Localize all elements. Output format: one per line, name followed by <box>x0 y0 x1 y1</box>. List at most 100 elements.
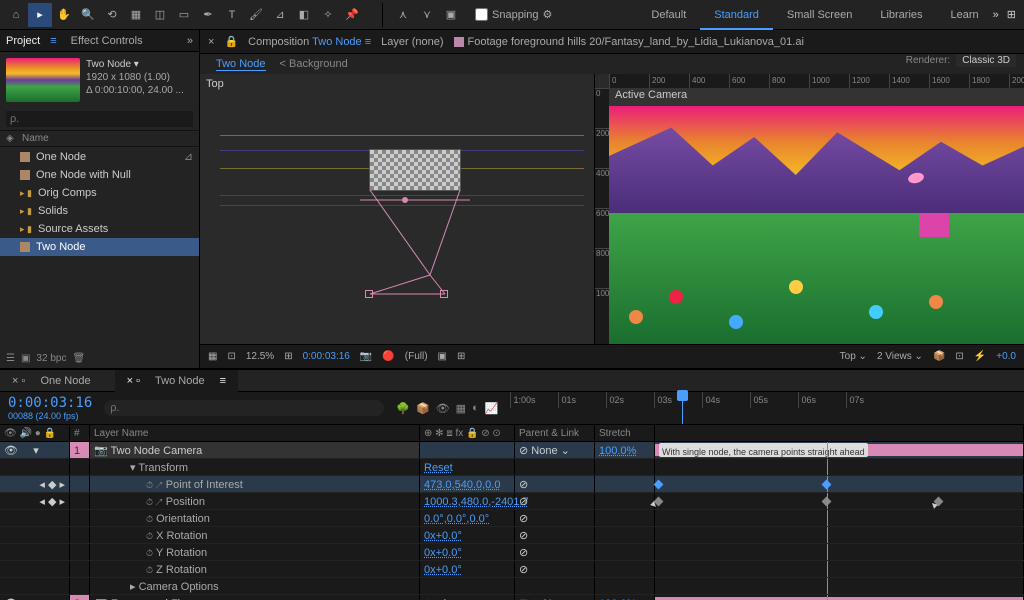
selection-tool-icon[interactable]: ▸ <box>28 3 52 27</box>
fast-preview-icon[interactable]: ⚡ <box>974 351 986 362</box>
stretch-value[interactable]: 100.0% <box>599 445 636 457</box>
renderer-dropdown[interactable]: Classic 3D <box>956 54 1016 67</box>
zoom-dropdown[interactable]: 12.5% <box>246 351 274 362</box>
project-item-two-node[interactable]: Two Node <box>0 238 199 256</box>
motion-blur-icon[interactable]: ◐ <box>472 402 479 415</box>
draft3d-icon[interactable]: 📦 <box>416 402 430 415</box>
brush-tool-icon[interactable]: 🖌 <box>244 3 268 27</box>
prop-position[interactable]: ◂ ◆ ▸ ⏱ ↗ Position 1000.3,480.0,-2401.7 … <box>0 493 1024 510</box>
project-item-solids[interactable]: ▸ ▮Solids <box>0 202 199 220</box>
panel-overflow-icon[interactable]: » <box>187 35 193 47</box>
pen-tool-icon[interactable]: ✒ <box>196 3 220 27</box>
parent-dropdown[interactable]: None <box>531 445 557 457</box>
prop-z-rotation[interactable]: ⏱ Z Rotation 0x+0.0° ⊘ <box>0 561 1024 578</box>
type-tool-icon[interactable]: T <box>220 3 244 27</box>
camera-options-group[interactable]: ▸ Camera Options <box>0 578 1024 595</box>
snapping-options-icon[interactable]: ⚙ <box>543 8 553 21</box>
orbit-tool-icon[interactable]: ⟲ <box>100 3 124 27</box>
eraser-tool-icon[interactable]: ◧ <box>292 3 316 27</box>
viewport-active-camera[interactable]: 0200400600800100012001400160018002000 02… <box>595 74 1024 344</box>
views-count-dropdown[interactable]: 2 Views ⌄ <box>877 351 923 362</box>
camera-tool-icon[interactable]: ▦ <box>124 3 148 27</box>
exposure-value[interactable]: +0.0 <box>996 351 1016 362</box>
3d-view-icon[interactable]: 📦 <box>933 351 945 362</box>
label-header-icon[interactable]: ◈ <box>6 133 22 144</box>
lock-icon[interactable]: 🔒 <box>224 35 238 48</box>
comp-name[interactable]: Two Node ▾ <box>86 58 184 71</box>
new-folder-icon[interactable]: ▣ <box>21 353 30 364</box>
prop-orientation[interactable]: ⏱ Orientation 0.0°,0.0°,0.0° ⊘ <box>0 510 1024 527</box>
comp-tab-close-icon[interactable]: × <box>208 36 214 48</box>
prop-y-rotation[interactable]: ⏱ Y Rotation 0x+0.0° ⊘ <box>0 544 1024 561</box>
snapping-toggle[interactable]: Snapping ⚙ <box>467 8 560 21</box>
axis-view-icon[interactable]: ▣ <box>439 3 463 27</box>
workspace-learn[interactable]: Learn <box>937 0 993 30</box>
search-help-icon[interactable]: ⊞ <box>1007 8 1016 21</box>
name-column-header[interactable]: Name <box>22 133 49 144</box>
effect-controls-tab[interactable]: Effect Controls <box>71 35 143 47</box>
poi-value[interactable]: 473.0,540.0,0.0 <box>424 479 500 491</box>
shy-icon[interactable]: 👁 <box>436 402 450 415</box>
timeline-tab-one-node[interactable]: × ▫ One Node <box>0 370 115 392</box>
timecode-display[interactable]: 0:00:03:16 <box>303 351 350 362</box>
panel-menu-icon[interactable]: ≡ <box>50 35 56 47</box>
home-icon[interactable]: ⌂ <box>4 3 28 27</box>
viewport-top[interactable]: Top <box>200 74 595 344</box>
workspace-standard[interactable]: Standard <box>700 0 773 30</box>
layer-controls-icon[interactable]: ⊡ <box>227 351 235 362</box>
layer-tab[interactable]: Layer (none) <box>381 36 443 48</box>
subtab-background[interactable]: < Background <box>280 58 348 70</box>
pixel-aspect-icon[interactable]: ⊡ <box>955 351 963 362</box>
playhead[interactable] <box>682 392 683 424</box>
subtab-two-node[interactable]: Two Node <box>216 58 266 71</box>
project-tab[interactable]: Project <box>6 35 40 47</box>
puppet-tool-icon[interactable]: 📌 <box>340 3 364 27</box>
pan-behind-tool-icon[interactable]: ◫ <box>148 3 172 27</box>
layer-row-foreground-flowers[interactable]: 👁 ▸ 2 🎞 Foreground Flowers ⊕ . / ⊡ ⊘ Non… <box>0 595 1024 600</box>
graph-editor-icon[interactable]: 📈 <box>485 402 499 415</box>
resolution-dropdown[interactable]: (Full) <box>405 351 428 362</box>
workspace-default[interactable]: Default <box>637 0 700 30</box>
project-item-orig-comps[interactable]: ▸ ▮Orig Comps <box>0 184 199 202</box>
prop-point-of-interest[interactable]: ◂ ◆ ▸ ⏱ ↗ Point of Interest 473.0,540.0,… <box>0 476 1024 493</box>
comp-preview[interactable] <box>609 106 1024 344</box>
rect-tool-icon[interactable]: ▭ <box>172 3 196 27</box>
mask-toggle-icon[interactable]: ▦ <box>208 351 217 362</box>
current-timecode[interactable]: 0:00:03:16 <box>8 395 92 411</box>
project-item-one-node[interactable]: One Node⊿ <box>0 147 199 166</box>
interpret-footage-icon[interactable]: ☰ <box>6 353 15 364</box>
snapping-checkbox[interactable] <box>475 8 488 21</box>
roto-tool-icon[interactable]: ✧ <box>316 3 340 27</box>
timeline-tab-two-node[interactable]: × ▫ Two Node ≡ <box>115 370 238 392</box>
transform-group[interactable]: ▾ Transform Reset <box>0 459 1024 476</box>
workspace-libraries[interactable]: Libraries <box>866 0 936 30</box>
workspace-small-screen[interactable]: Small Screen <box>773 0 866 30</box>
zoom-tool-icon[interactable]: 🔍 <box>76 3 100 27</box>
layer-row-camera[interactable]: 👁 ▾ 1 📷 Two Node Camera ⊘ None ⌄ 100.0% … <box>0 442 1024 459</box>
prop-x-rotation[interactable]: ⏱ X Rotation 0x+0.0° ⊘ <box>0 527 1024 544</box>
trash-icon[interactable]: 🗑 <box>72 353 85 364</box>
project-item-one-node-null[interactable]: One Node with Null <box>0 166 199 184</box>
layer-marker[interactable]: With single node, the camera points stra… <box>659 443 868 457</box>
layer-name-header[interactable]: Layer Name <box>90 425 420 441</box>
project-search-input[interactable] <box>6 111 193 127</box>
roi-icon[interactable]: ▣ <box>438 351 447 362</box>
channel-icon[interactable]: 🔴 <box>382 351 394 362</box>
resolution-icon[interactable]: ⊞ <box>284 351 292 362</box>
position-value[interactable]: 1000.3,480.0,-2401.7 <box>424 496 529 508</box>
bpc-toggle[interactable]: 32 bpc <box>36 353 66 364</box>
frame-blend-icon[interactable]: ▦ <box>456 402 466 415</box>
project-item-source-assets[interactable]: ▸ ▮Source Assets <box>0 220 199 238</box>
snapshot-icon[interactable]: 📷 <box>360 351 372 362</box>
hand-tool-icon[interactable]: ✋ <box>52 3 76 27</box>
view-dropdown[interactable]: Top ⌄ <box>840 351 867 362</box>
overflow-icon[interactable]: » <box>993 9 999 21</box>
clone-tool-icon[interactable]: ⊿ <box>268 3 292 27</box>
axis-world-icon[interactable]: ⋎ <box>415 3 439 27</box>
grid-icon[interactable]: ⊞ <box>457 351 465 362</box>
composition-flowchart-icon[interactable]: 🌳 <box>396 402 410 415</box>
composition-tab[interactable]: Composition Two Node ≡ <box>248 36 371 48</box>
footage-tab[interactable]: Footage foreground hills 20/Fantasy_land… <box>454 36 804 48</box>
timeline-search-input[interactable] <box>104 400 384 416</box>
axis-local-icon[interactable]: ⋏ <box>391 3 415 27</box>
